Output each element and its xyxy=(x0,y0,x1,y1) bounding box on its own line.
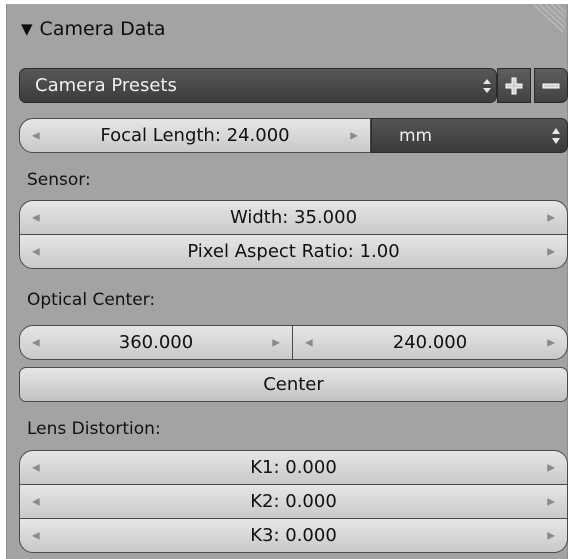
triangle-down-icon[interactable]: ▼ xyxy=(21,20,33,38)
lens-distortion-group: ◀ K1: 0.000 ▶ ◀ K2: 0.000 ▶ ◀ K3: 0.000 … xyxy=(19,450,568,553)
sensor-label: Sensor: xyxy=(27,170,91,190)
k3-field[interactable]: ◀ K3: 0.000 ▶ xyxy=(19,518,568,553)
arrow-left-icon[interactable]: ◀ xyxy=(32,212,40,223)
center-button-label: Center xyxy=(263,374,324,395)
resize-grip-icon[interactable] xyxy=(529,4,565,34)
arrow-right-icon[interactable]: ▶ xyxy=(547,496,555,507)
k1-field[interactable]: ◀ K1: 0.000 ▶ xyxy=(19,450,568,485)
plus-icon xyxy=(505,77,523,94)
center-button[interactable]: Center xyxy=(19,367,568,402)
pixel-aspect-ratio-value: Pixel Aspect Ratio: 1.00 xyxy=(187,241,400,262)
optical-center-x-value: 360.000 xyxy=(118,332,194,353)
sensor-width-value: Width: 35.000 xyxy=(229,207,358,228)
remove-preset-button[interactable] xyxy=(534,68,568,103)
arrow-left-icon[interactable]: ◀ xyxy=(32,130,40,141)
arrow-left-icon[interactable]: ◀ xyxy=(32,337,40,348)
arrow-right-icon[interactable]: ▶ xyxy=(547,212,555,223)
updown-arrows-icon xyxy=(483,79,491,93)
optical-center-label: Optical Center: xyxy=(27,290,156,310)
updown-arrows-icon xyxy=(552,128,560,144)
arrow-left-icon[interactable]: ◀ xyxy=(32,530,40,541)
k2-value: K2: 0.000 xyxy=(250,491,337,512)
panel-title: Camera Data xyxy=(39,18,166,40)
k3-value: K3: 0.000 xyxy=(250,525,337,546)
lens-distortion-label: Lens Distortion: xyxy=(27,419,161,439)
optical-center-row: ◀ 360.000 ▶ ◀ 240.000 ▶ xyxy=(19,325,568,360)
optical-center-x-field[interactable]: ◀ 360.000 ▶ xyxy=(19,325,293,360)
arrow-right-icon[interactable]: ▶ xyxy=(547,530,555,541)
pixel-aspect-ratio-field[interactable]: ◀ Pixel Aspect Ratio: 1.00 ▶ xyxy=(19,234,568,269)
optical-center-y-field[interactable]: ◀ 240.000 ▶ xyxy=(292,325,568,360)
camera-presets-dropdown[interactable]: Camera Presets xyxy=(19,68,497,103)
arrow-right-icon[interactable]: ▶ xyxy=(547,337,555,348)
sensor-width-field[interactable]: ◀ Width: 35.000 ▶ xyxy=(19,200,568,235)
arrow-left-icon[interactable]: ◀ xyxy=(32,496,40,507)
focal-unit-label: mm xyxy=(399,125,433,146)
focal-length-field[interactable]: ◀ Focal Length: 24.000 ▶ xyxy=(19,118,371,153)
arrow-right-icon[interactable]: ▶ xyxy=(547,246,555,257)
focal-length-value: Focal Length: 24.000 xyxy=(100,125,290,146)
camera-presets-label: Camera Presets xyxy=(35,75,177,96)
minus-icon xyxy=(542,83,560,88)
focal-length-row: ◀ Focal Length: 24.000 ▶ mm xyxy=(19,118,568,153)
sensor-group: ◀ Width: 35.000 ▶ ◀ Pixel Aspect Ratio: … xyxy=(19,200,568,269)
arrow-right-icon[interactable]: ▶ xyxy=(272,337,280,348)
k2-field[interactable]: ◀ K2: 0.000 ▶ xyxy=(19,484,568,519)
arrow-right-icon[interactable]: ▶ xyxy=(350,130,358,141)
arrow-left-icon[interactable]: ◀ xyxy=(305,337,313,348)
k1-value: K1: 0.000 xyxy=(250,457,337,478)
arrow-left-icon[interactable]: ◀ xyxy=(32,462,40,473)
camera-data-panel: ▼ Camera Data Camera Presets ◀ Focal Len… xyxy=(6,4,568,559)
arrow-left-icon[interactable]: ◀ xyxy=(32,246,40,257)
camera-presets-row: Camera Presets xyxy=(19,68,568,103)
panel-header[interactable]: ▼ Camera Data xyxy=(21,14,166,44)
arrow-right-icon[interactable]: ▶ xyxy=(547,462,555,473)
optical-center-y-value: 240.000 xyxy=(392,332,468,353)
add-preset-button[interactable] xyxy=(497,68,531,103)
focal-unit-dropdown[interactable]: mm xyxy=(371,118,568,153)
